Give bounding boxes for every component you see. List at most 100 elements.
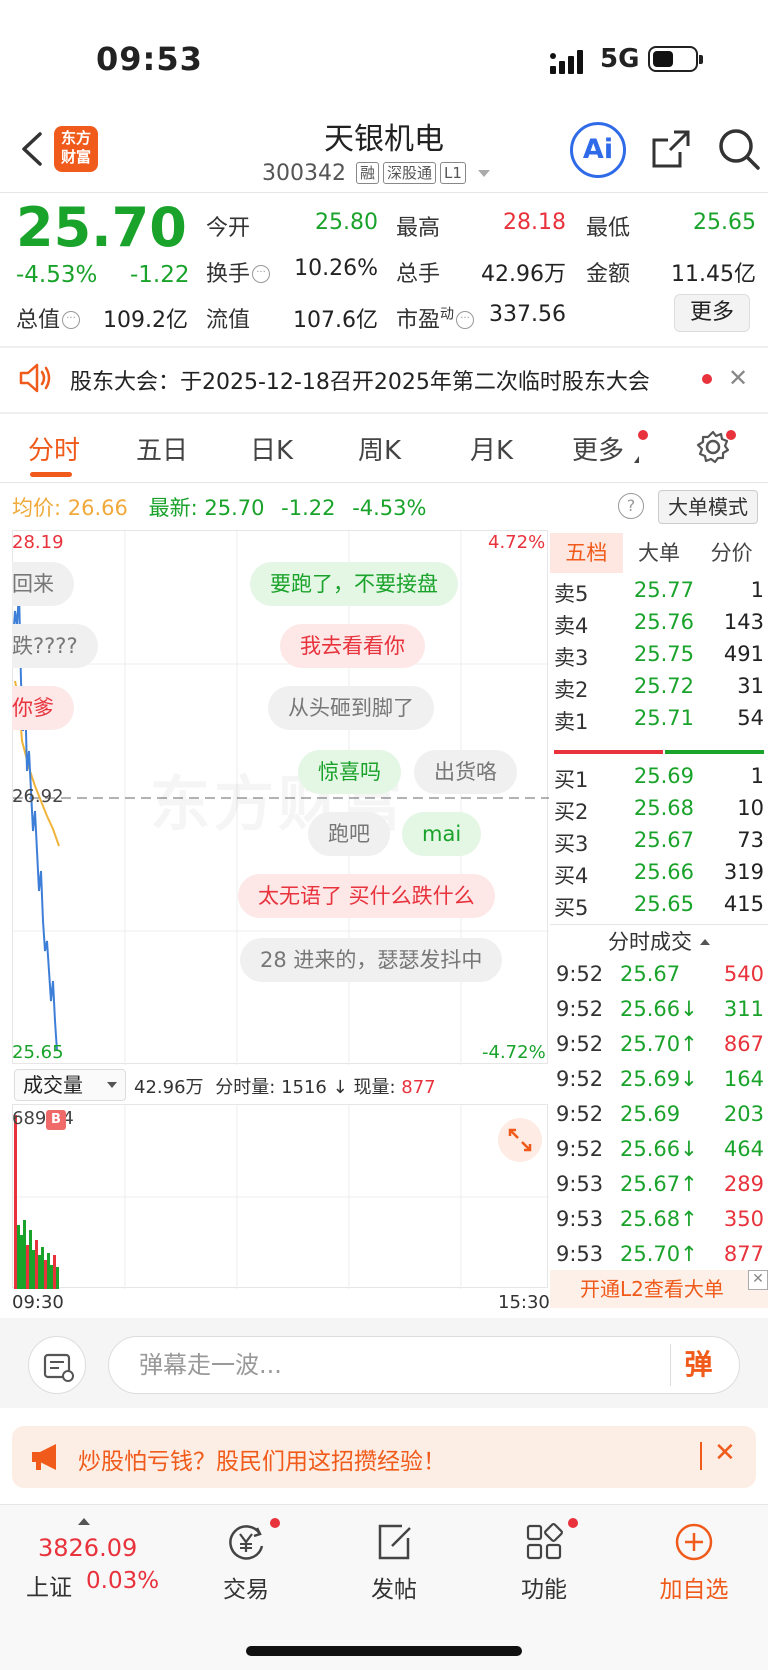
tab-intraday[interactable]: 分时 [28,430,80,467]
buy-marker[interactable]: B [46,1110,66,1130]
volume-select-label: 成交量 [23,1073,83,1097]
nav-functions-dot [568,1518,578,1528]
bid-row: 买1 25.69 1 [554,764,764,796]
l2-upgrade-banner[interactable]: 开通L2查看大单 [550,1270,768,1308]
promo-close-icon[interactable]: ✕ [714,1438,736,1468]
danmu-layer: 回来 要跑了，不要接盘 跌???? 我去看看你 你爹 从头砸到脚了 惊喜吗 出货… [12,530,548,1064]
stock-code-row[interactable]: 300342 融 深股通 L1 [262,158,490,188]
ask-volume: 143 [723,610,764,634]
volume-indicator-select[interactable]: 成交量 [14,1069,126,1101]
tab-weekly-k[interactable]: 周K [358,430,401,467]
danmu-bubble[interactable]: 从头砸到脚了 [268,686,434,730]
settings-gear-icon[interactable] [696,430,730,464]
bid-row: 买4 25.66 319 [554,860,764,892]
index-percent[interactable]: 0.03% [86,1568,159,1594]
notice-divider [0,412,768,414]
share-icon[interactable] [650,128,692,170]
promo-separator [700,1442,702,1470]
latest-percent: -4.53% [352,496,427,520]
danmu-bubble[interactable]: 我去看看你 [280,624,425,668]
ask-price: 25.72 [633,674,694,698]
trade-volume: 350 [723,1207,764,1231]
trade-row: 9:52 25.70↑ 867 [556,1032,764,1066]
trades-title-text: 分时成交 [608,930,692,954]
pe-label[interactable]: 市盈动 ··· [396,302,475,334]
trade-time: 9:53 [556,1172,604,1196]
trade-price: 25.69 [620,1102,681,1126]
danmu-bubble[interactable]: 出货咯 [414,750,517,794]
tab-daily-k[interactable]: 日K [250,430,293,467]
search-icon[interactable] [716,126,762,172]
trade-volume: 464 [723,1137,764,1161]
danmu-bubble[interactable]: 太无语了 买什么跌什么 [238,874,495,918]
bid-label: 买5 [554,896,589,920]
tab-more[interactable]: 更多 [572,430,624,467]
danmu-input[interactable]: 弹幕走一波... [108,1336,740,1394]
open-label: 今开 [206,216,251,241]
battery-icon [648,46,703,72]
tab-five-levels[interactable]: 五档 [550,533,623,573]
bid-price: 25.65 [633,892,694,916]
volume-chart[interactable] [12,1104,549,1289]
promo-text[interactable]: 炒股怕亏钱？股民们用这招攒经验！ [78,1442,446,1476]
danmu-bubble[interactable]: mai [402,812,482,856]
ask-label: 卖5 [554,582,589,606]
ask-label: 卖2 [554,678,589,702]
volume-now-label: 现量: [353,1077,396,1098]
float-label: 流值 [206,308,251,333]
bid-volume: 415 [723,892,764,916]
caret-up-icon [700,939,710,945]
bid-volume: 1 [750,764,764,788]
big-order-mode-button[interactable]: 大单模式 [658,490,758,524]
speaker-icon [19,363,51,393]
trade-price: 25.67 [620,962,681,986]
float-value: 107.6亿 [293,308,378,333]
danmu-bubble[interactable]: 28 进来的，瑟瑟发抖中 [240,938,503,982]
trade-time: 9:52 [556,1102,604,1126]
expand-icon[interactable] [498,1118,542,1162]
volume-bars [13,1105,549,1289]
trade-time: 9:52 [556,997,604,1021]
index-name[interactable]: 上证 [26,1568,72,1602]
turnover-label[interactable]: 换手 ··· [206,256,271,288]
nav-post[interactable]: 发帖 [334,1520,454,1604]
nav-trade[interactable]: 交易 [186,1520,306,1604]
danmu-bubble[interactable]: 要跑了，不要接盘 [250,562,458,606]
ai-assistant-button[interactable]: Ai [570,122,626,178]
tab-five-day[interactable]: 五日 [136,430,188,467]
volume-detail-label: 分时量: [215,1077,276,1098]
danmu-bubble[interactable]: 跌???? [12,624,98,668]
mktcap-label[interactable]: 总值 ··· [16,302,81,334]
tab-price-distribution[interactable]: 分价 [695,533,768,573]
home-indicator[interactable] [246,1646,522,1656]
nav-add-watchlist[interactable]: 加自选 [634,1520,754,1604]
index-value[interactable]: 3826.09 [38,1534,137,1562]
tab-monthly-k[interactable]: 月K [470,430,513,467]
trade-volume: 867 [723,1032,764,1056]
tab-big-orders[interactable]: 大单 [623,533,696,573]
danmu-send-button[interactable]: 弹 [670,1344,726,1386]
notice-close-icon[interactable]: ✕ [728,364,748,392]
danmu-bubble[interactable]: 你爹 [12,686,74,730]
trades-title[interactable]: 分时成交 [550,926,768,956]
arrow-down-icon: ↓ [332,1077,348,1098]
ask-label: 卖1 [554,710,589,734]
tag-level: L1 [440,162,466,184]
danmu-toggle-button[interactable] [28,1336,86,1394]
danmu-bubble[interactable]: 惊喜吗 [298,750,401,794]
trade-row: 9:53 25.67↑ 289 [556,1172,764,1206]
danmu-bubble[interactable]: 回来 [12,562,74,606]
ask-price: 25.77 [633,578,694,602]
nav-functions[interactable]: 功能 [484,1520,604,1604]
help-icon[interactable]: ? [618,493,644,519]
danmu-bubble[interactable]: 跑吧 [308,812,390,856]
more-quote-button[interactable]: 更多 [674,294,750,332]
tag-connect: 深股通 [383,162,437,184]
ask-price: 25.76 [633,610,694,634]
trade-time: 9:53 [556,1207,604,1231]
l2-close-icon[interactable]: ✕ [748,1270,768,1290]
volume-value: 42.96万 [481,262,566,287]
trade-price: 25.68↑ [620,1207,698,1231]
trade-row: 9:52 25.69↓ 164 [556,1067,764,1101]
notice-text[interactable]: 股东大会：于2025-12-18召开2025年第二次临时股东大会 [70,364,670,396]
